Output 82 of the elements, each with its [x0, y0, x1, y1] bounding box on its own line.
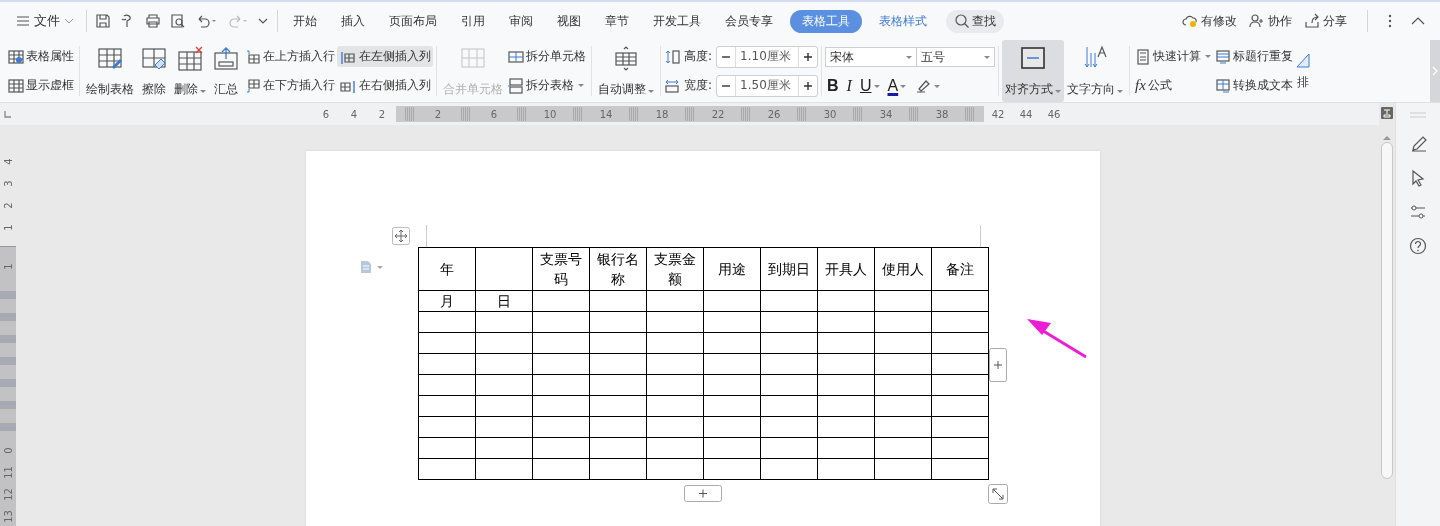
ribbon-button[interactable]: 显示虚框 [6, 75, 76, 96]
auto-fit-button[interactable]: 自动调整 [595, 40, 657, 102]
ruler-number: 3 [2, 179, 14, 187]
ribbon-button[interactable]: 拆分单元格 [506, 46, 588, 67]
font-size-field[interactable]: 五号 [917, 47, 996, 67]
ribbon-tab[interactable]: 页面布局 [382, 9, 444, 33]
ruler-number: 46 [1047, 108, 1061, 120]
ribbon-tab[interactable]: 开始 [286, 9, 324, 33]
ribbon-button[interactable]: 转换成文本 [1213, 75, 1296, 96]
ribbon-tab[interactable]: 表格样式 [872, 9, 934, 33]
search-button[interactable]: 查找 [946, 9, 1004, 33]
ribbon-tab[interactable]: 会员专享 [718, 9, 780, 33]
ruler-number: 6 [322, 108, 330, 120]
text-direction-button[interactable]: 文字方向 [1064, 40, 1127, 102]
ruler-number: 2 [378, 108, 386, 120]
ruler-number: 1 [2, 262, 14, 270]
ruler-number: 2 [2, 201, 14, 209]
table-cell[interactable]: 支票号码 [532, 247, 590, 291]
table-cell[interactable]: 到期日 [760, 247, 818, 291]
ribbon-tab[interactable]: 视图 [550, 9, 588, 33]
ribbon-button[interactable]: 标题行重复 [1213, 46, 1296, 67]
toolbar-action[interactable]: 协作 [1249, 12, 1292, 30]
ruler-number: 30 [823, 108, 837, 120]
ruler-number: 14 [599, 108, 613, 120]
ruler-number: 4 [2, 157, 14, 165]
ruler-number: 34 [879, 108, 893, 120]
ribbon-button[interactable]: 在右侧插入列 [337, 75, 433, 96]
ruler-number: 38 [935, 108, 949, 120]
ruler-number: 26 [767, 108, 781, 120]
toolbar-action[interactable]: 分享 [1304, 12, 1347, 30]
table-cell[interactable]: 月 [418, 290, 476, 312]
table-cell[interactable]: 使用人 [874, 247, 932, 291]
font-color-button[interactable]: A [885, 77, 909, 95]
bold-button[interactable]: B [825, 77, 841, 95]
table-cell[interactable]: 支票金额 [646, 247, 704, 291]
file-menu[interactable]: 文件 [12, 10, 78, 32]
table-cell[interactable]: 银行名称 [589, 247, 647, 291]
table-cell[interactable]: 开具人 [817, 247, 875, 291]
ruler-number: 10 [543, 108, 557, 120]
ribbon-button[interactable]: 表格属性 [6, 46, 76, 67]
ruler-number: 18 [655, 108, 669, 120]
ruler-number: 1 [2, 223, 14, 231]
ribbon-button[interactable]: 在下方插入行 [243, 75, 337, 96]
size-field[interactable]: 1.10厘米 [716, 45, 819, 68]
ribbon-button[interactable]: 擦除 [137, 40, 171, 102]
ribbon-button[interactable]: 删除 [171, 40, 209, 102]
table-cell[interactable]: 备注 [931, 247, 989, 291]
field-label: 高度: [684, 48, 713, 65]
underline-button[interactable]: U [857, 77, 882, 95]
font-name-field[interactable]: 宋体 [825, 47, 918, 67]
ribbon-button[interactable]: 拆分表格 [506, 75, 588, 96]
table-cell[interactable]: 用途 [703, 247, 761, 291]
ribbon-tab[interactable]: 开发工具 [646, 9, 708, 33]
toolbar-action[interactable]: 有修改 [1182, 12, 1237, 30]
ruler-number: 0 [2, 446, 14, 454]
ruler-number: 4 [350, 108, 358, 120]
ruler-number: 2 [434, 108, 442, 120]
ruler-number: 13 [2, 509, 14, 523]
table-cell[interactable]: 年 [418, 247, 476, 291]
ribbon-button[interactable]: 在左侧插入列 [337, 46, 433, 67]
ribbon-button[interactable]: 快速计算 [1133, 46, 1214, 67]
ruler-number: 42 [991, 108, 1005, 120]
ruler-number: 12 [2, 487, 14, 501]
ribbon-button[interactable]: 在上方插入行 [243, 46, 337, 67]
italic-button[interactable]: I [844, 77, 854, 95]
field-label: 宽度: [684, 77, 713, 94]
merge-cells-button: 合并单元格 [440, 40, 506, 102]
ribbon-tab[interactable]: 引用 [454, 9, 492, 33]
ruler-number: 11 [2, 465, 14, 479]
alignment-button[interactable]: 对齐方式 [1002, 40, 1065, 102]
ribbon-tab[interactable]: 审阅 [502, 9, 540, 33]
table-cell[interactable]: 日 [475, 290, 533, 312]
ribbon-button[interactable]: 排 [1295, 49, 1312, 93]
ribbon-button[interactable]: 汇总 [209, 40, 243, 102]
ruler-number: 44 [1019, 108, 1033, 120]
ribbon-button[interactable]: fx公式 [1133, 75, 1214, 96]
ruler-number: 6 [490, 108, 498, 120]
size-field[interactable]: 1.50厘米 [716, 74, 819, 97]
ruler-number: 22 [711, 108, 725, 120]
ribbon-tab[interactable]: 插入 [334, 9, 372, 33]
ribbon-tab[interactable]: 章节 [598, 9, 636, 33]
ribbon-button[interactable]: 绘制表格 [83, 40, 137, 102]
